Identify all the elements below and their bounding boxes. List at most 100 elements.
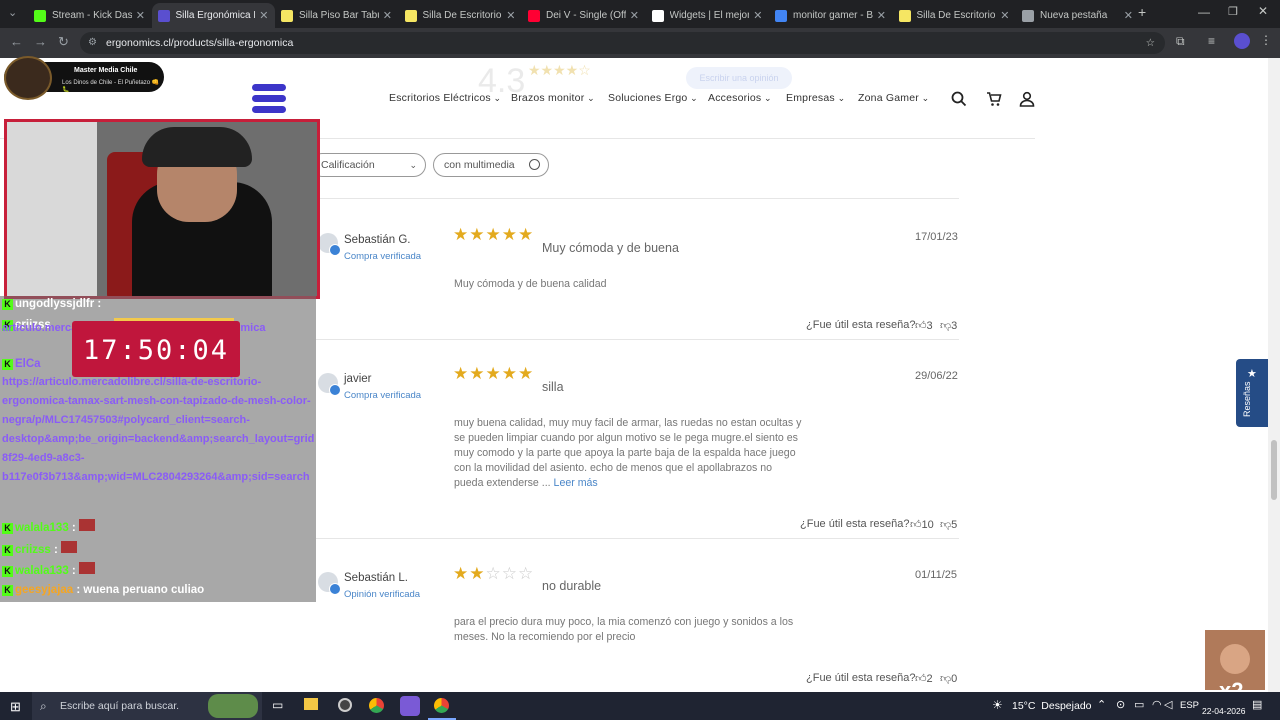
tab-favicon-icon	[34, 9, 46, 22]
browser-tab[interactable]: Silla Ergonómica Mir✕	[151, 3, 275, 28]
media-filter-toggle[interactable]: con multimedia	[433, 153, 549, 177]
tab-favicon-icon	[157, 9, 170, 22]
windows-start-icon[interactable]: ⊞	[10, 699, 21, 715]
address-bar-row: ← → ↻ ⚙ ergonomics.cl/products/silla-erg…	[0, 28, 1280, 58]
review-stars: ★★★★★	[453, 225, 535, 244]
menu-escritorios[interactable]: Escritorios Eléctricos	[389, 92, 501, 104]
menu-brazos[interactable]: Brazos monitor	[511, 92, 595, 104]
forward-icon[interactable]: →	[34, 34, 47, 49]
reviewer-name: javier	[344, 373, 372, 385]
chat-message: Kungodlyssjdlfr :	[2, 298, 101, 310]
url-input[interactable]: ⚙ ergonomics.cl/products/silla-ergonomic…	[80, 32, 1165, 54]
rating-filter-select[interactable]: Calificación ⌄	[310, 153, 426, 177]
taskbar-date[interactable]: 22-04-2026	[1202, 706, 1245, 716]
menu-soluciones[interactable]: Soluciones Ergo	[608, 92, 698, 104]
close-tab-icon[interactable]: ✕	[136, 9, 145, 22]
up-count: 2	[926, 673, 933, 685]
close-tab-icon[interactable]: ✕	[259, 9, 268, 22]
verified-label: Opinión verificada	[344, 589, 421, 600]
chat-user: ElCa	[15, 358, 41, 370]
profile-avatar[interactable]	[1234, 33, 1250, 49]
thumbs-up-button[interactable]: 👍︎2	[915, 672, 933, 685]
wifi-icon[interactable]: ◠	[1152, 698, 1162, 711]
chat-user: geesyjajaa	[15, 584, 74, 596]
network-icon[interactable]: ▭	[1134, 698, 1144, 711]
tab-search-icon[interactable]: ⌄	[8, 6, 17, 19]
thumbs-down-button[interactable]: 👎︎0	[940, 672, 957, 685]
volume-icon[interactable]: ◁	[1164, 698, 1172, 711]
close-tab-icon[interactable]: ✕	[877, 9, 886, 22]
browser-tab[interactable]: monitor gamer - Bus ✕	[769, 3, 892, 28]
chat-user: criizss	[15, 544, 51, 556]
chat-message: Kgeesyjajaa : wuena peruano culiao	[2, 584, 204, 596]
task-view-icon[interactable]: ▭	[272, 698, 283, 712]
search-icon[interactable]	[951, 91, 967, 107]
discord-icon[interactable]	[400, 696, 420, 716]
chrome-active-icon[interactable]	[434, 698, 449, 713]
divider	[316, 339, 959, 340]
emote	[78, 562, 95, 574]
minimize-icon[interactable]: —	[1198, 5, 1210, 19]
browser-tab[interactable]: Silla Piso Bar Taburet ✕	[275, 3, 398, 28]
account-icon[interactable]	[1019, 91, 1035, 107]
browser-tab[interactable]: Silla De Escritorio Co✕	[893, 3, 1016, 28]
thumbs-down-button[interactable]: 👎︎3	[940, 319, 957, 332]
restore-icon[interactable]: ❐	[1228, 5, 1238, 18]
site-logo[interactable]	[250, 80, 288, 118]
reviewer-avatar-icon	[318, 373, 341, 396]
page-scrollbar[interactable]	[1268, 58, 1280, 692]
file-explorer-icon[interactable]	[304, 698, 318, 710]
obs-icon[interactable]	[338, 698, 352, 712]
close-tab-icon[interactable]: ✕	[630, 9, 639, 22]
back-icon[interactable]: ←	[10, 34, 23, 49]
stream-clock: 17:50:04	[72, 321, 240, 377]
browser-tab[interactable]: Widgets | El mejor so✕	[646, 3, 769, 28]
browser-tab[interactable]: Dei V - Single (Officia ✕	[522, 3, 645, 28]
tray-chevron-icon[interactable]: ⌃	[1097, 698, 1106, 711]
tray-app-icon[interactable]: ⊙	[1116, 698, 1125, 711]
chrome-icon[interactable]	[369, 698, 384, 713]
browser-tab[interactable]: Stream - Kick Dashbo ✕	[28, 3, 151, 28]
close-window-icon[interactable]: ✕	[1258, 4, 1268, 18]
kick-badge-icon: K	[2, 299, 13, 310]
site-info-icon[interactable]: ⚙	[88, 32, 97, 54]
close-tab-icon[interactable]: ✕	[506, 9, 515, 22]
close-tab-icon[interactable]: ✕	[753, 9, 762, 22]
weather-text[interactable]: 15°C Despejado	[1012, 700, 1092, 712]
rating-filter-label: Calificación	[321, 159, 375, 171]
webcam-overlay	[4, 119, 320, 299]
thumbs-up-button[interactable]: 👍︎3	[915, 319, 933, 332]
tab-favicon-icon	[528, 9, 540, 22]
media-icon[interactable]: ≡	[1208, 34, 1215, 48]
chat-message: Kcriizss :	[2, 541, 78, 556]
menu-empresas[interactable]: Empresas	[786, 92, 845, 104]
extensions-icon[interactable]: ⧉	[1176, 34, 1185, 49]
thumbs-down-button[interactable]: 👎︎5	[940, 518, 957, 531]
close-tab-icon[interactable]: ✕	[383, 9, 392, 22]
cart-icon[interactable]	[986, 91, 1002, 107]
read-more-link[interactable]: Leer más	[554, 477, 598, 489]
thumbs-up-button[interactable]: 👍︎10	[910, 518, 934, 531]
close-tab-icon[interactable]: ✕	[1000, 9, 1009, 22]
new-tab-button[interactable]: +	[1138, 4, 1146, 20]
rating-stars: ★★★★☆	[528, 62, 591, 78]
close-tab-icon[interactable]: ✕	[1124, 9, 1133, 22]
review-title: Muy cómoda y de buena	[542, 241, 679, 255]
tab-title: Stream - Kick Dashbo	[52, 10, 132, 21]
review-title: silla	[542, 380, 564, 394]
browser-tab[interactable]: Silla De Escritorio Co✕	[399, 3, 522, 28]
write-review-button[interactable]: Escribir una opinión	[686, 67, 792, 89]
tab-favicon-icon	[404, 9, 417, 22]
menu-dots-icon[interactable]: ⋮	[1260, 33, 1272, 47]
reviewer-avatar-icon	[318, 572, 341, 595]
scrollbar-thumb[interactable]	[1271, 440, 1277, 500]
reviews-side-tab[interactable]: ★ Reseñas	[1236, 359, 1268, 427]
notifications-icon[interactable]: ▤	[1252, 698, 1262, 711]
language-indicator[interactable]: ESP	[1180, 700, 1199, 711]
menu-accesorios[interactable]: Accesorios	[708, 92, 772, 104]
reload-icon[interactable]: ↻	[58, 34, 69, 50]
menu-zona-gamer[interactable]: Zona Gamer	[858, 92, 929, 104]
bookmark-star-icon[interactable]: ☆	[1146, 32, 1155, 54]
review-body-text: muy buena calidad, muy muy facil de arma…	[454, 417, 802, 489]
browser-tab[interactable]: Nueva pestaña ✕	[1016, 3, 1139, 28]
